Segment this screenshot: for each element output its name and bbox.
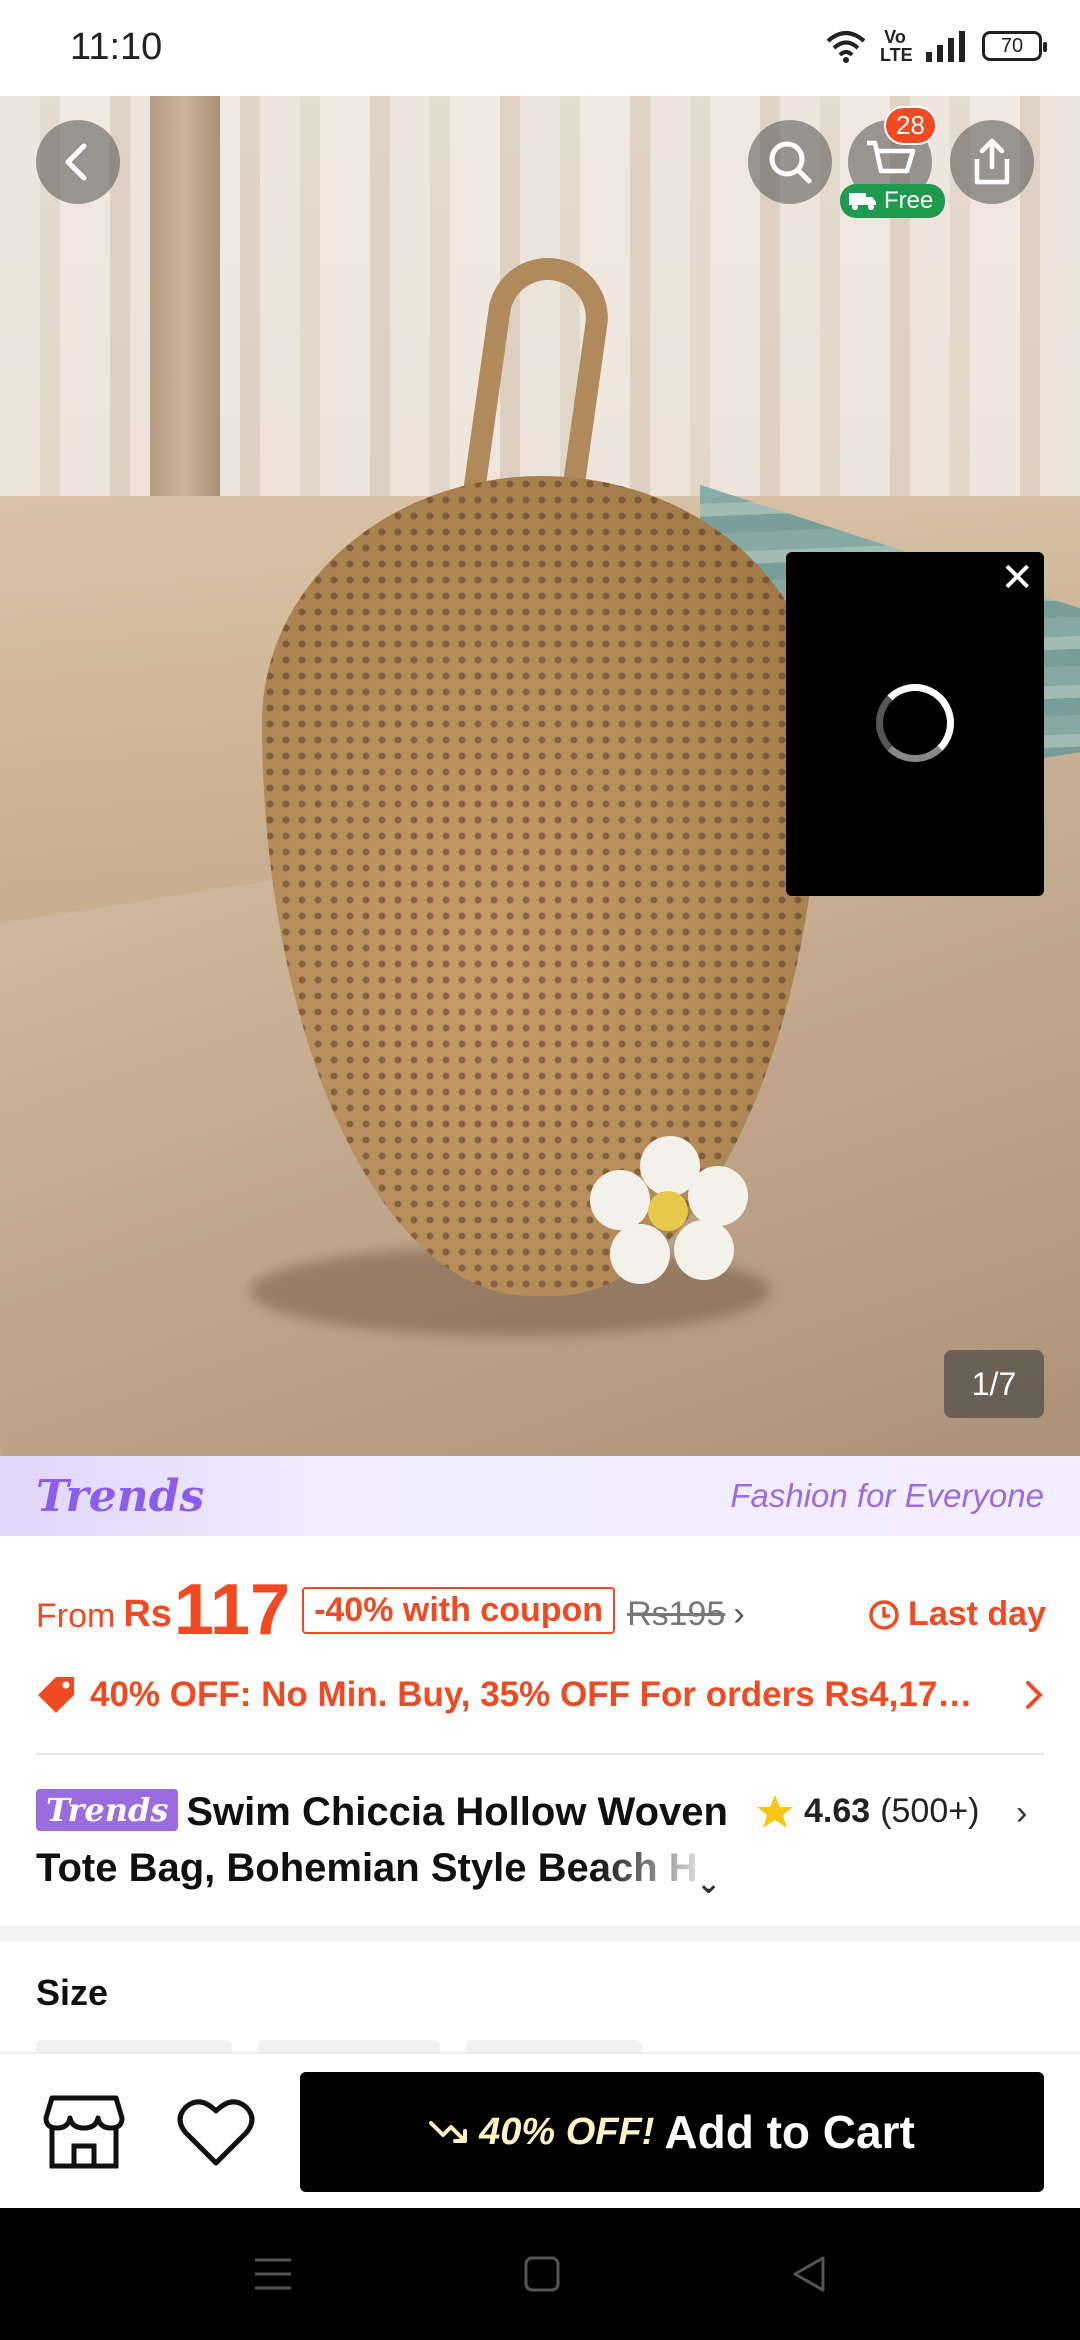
status-time: 11:10: [70, 26, 163, 68]
image-page-indicator: 1/7: [944, 1350, 1044, 1418]
share-button[interactable]: [950, 120, 1034, 204]
price-row: From Rs 117 -40% with coupon Rs195 › Las…: [36, 1566, 1046, 1646]
cart-count-badge: 28: [884, 106, 937, 145]
original-price: Rs195: [627, 1595, 726, 1633]
size-label: Size: [36, 1972, 109, 2013]
store-button[interactable]: [42, 2090, 126, 2174]
size-option[interactable]: [258, 2040, 440, 2052]
size-option[interactable]: [36, 2040, 232, 2052]
chevron-right-icon: [1026, 1681, 1043, 1709]
free-shipping-label: Free: [884, 187, 934, 214]
wishlist-button[interactable]: [174, 2090, 258, 2174]
from-label: From: [36, 1597, 116, 1635]
clock-icon: [869, 1599, 899, 1630]
trends-brand-badge: Trends: [36, 1789, 179, 1831]
share-icon: [974, 138, 1010, 185]
add-to-cart-label: Add to Cart: [664, 2106, 915, 2158]
status-bar: 11:10 Vo LTE 70: [0, 0, 1080, 96]
loading-spinner-icon: [876, 684, 954, 762]
volte-indicator: Vo LTE: [880, 27, 913, 65]
battery-indicator: 70: [982, 31, 1047, 61]
rating-value: 4.63: [804, 1792, 871, 1830]
currency-label: Rs: [123, 1593, 172, 1635]
store-icon: [43, 2095, 125, 2169]
product-rating[interactable]: 4.63 (500+): [756, 1792, 979, 1831]
cart-promo-label: 40% OFF!: [479, 2110, 655, 2153]
section-separator: [0, 1926, 1080, 1942]
chevron-left-icon: [65, 143, 87, 181]
product-title-line1: Swim Chiccia Hollow Woven: [186, 1790, 728, 1834]
add-to-cart-button[interactable]: 40% OFF! Add to Cart: [300, 2072, 1044, 2192]
menu-icon[interactable]: [253, 2256, 293, 2292]
free-shipping-badge: Free: [840, 184, 946, 218]
signal-icon: [926, 31, 965, 62]
promotion-text: 40% OFF: No Min. Buy, 35% OFF For orders…: [90, 1675, 973, 1714]
back-button[interactable]: [36, 120, 120, 204]
price-detail-arrow-icon[interactable]: ›: [733, 1595, 744, 1634]
promotion-row[interactable]: 40% OFF: No Min. Buy, 35% OFF For orders…: [36, 1670, 1046, 1720]
product-image-gallery[interactable]: ✕ 1/7: [0, 96, 1080, 1456]
trend-down-icon: [429, 2121, 468, 2143]
flower-decoration: [590, 1136, 750, 1286]
bottom-action-bar: 40% OFF! Add to Cart: [0, 2052, 1080, 2208]
truck-icon: [849, 193, 876, 210]
status-icons: Vo LTE 70: [826, 27, 1047, 65]
wifi-icon: [826, 31, 866, 63]
chevron-down-icon[interactable]: ⌄: [696, 1856, 721, 1912]
search-button[interactable]: [748, 120, 832, 204]
close-video-button[interactable]: ✕: [1000, 558, 1034, 598]
heart-icon: [177, 2099, 255, 2166]
video-preview-popup[interactable]: ✕: [786, 552, 1044, 896]
back-triangle-icon[interactable]: [791, 2255, 827, 2293]
trends-banner[interactable]: Trends Fashion for Everyone: [0, 1456, 1080, 1536]
product-title[interactable]: Trends Swim Chiccia Hollow Woven Tote Bag…: [36, 1784, 736, 1900]
rating-chevron-right-icon[interactable]: ›: [1016, 1794, 1027, 1833]
size-option[interactable]: [466, 2040, 642, 2052]
price-tag-icon: [38, 1677, 74, 1713]
divider: [36, 1753, 1044, 1755]
last-day-label: Last day: [908, 1595, 1046, 1633]
home-square-icon[interactable]: [523, 2255, 561, 2293]
trends-logo: Trends: [36, 1470, 205, 1522]
star-icon: [757, 1794, 793, 1828]
last-day-timer: Last day: [868, 1595, 1046, 1634]
coupon-badge[interactable]: -40% with coupon: [302, 1587, 616, 1634]
review-count: (500+): [880, 1792, 980, 1830]
price-value: 117: [173, 1570, 291, 1650]
system-nav-bar: [0, 2208, 1080, 2340]
trends-tagline: Fashion for Everyone: [730, 1477, 1044, 1514]
search-icon: [769, 141, 812, 184]
